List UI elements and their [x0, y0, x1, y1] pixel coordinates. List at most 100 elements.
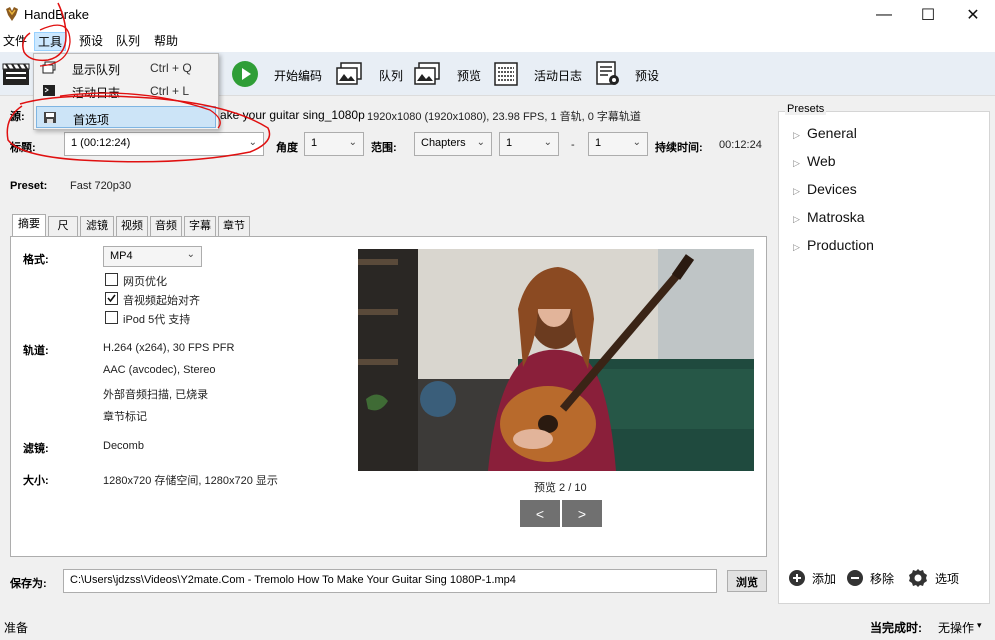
size-value: 1280x720 存储空间, 1280x720 显示: [103, 475, 278, 487]
angle-label: 角度: [276, 142, 298, 154]
preset-group-production[interactable]: ▷ Production: [793, 237, 874, 253]
expand-arrow-icon: ▷: [793, 130, 800, 140]
presets-icon[interactable]: [594, 60, 622, 88]
expand-arrow-icon: ▷: [793, 158, 800, 168]
queue-icon: [42, 61, 56, 74]
web-optimized-label: 网页优化: [123, 276, 167, 288]
menu-item-show-queue[interactable]: 显示队列 Ctrl + Q: [36, 57, 216, 79]
preview-label[interactable]: 预览: [457, 67, 481, 84]
menu-item-label: 显示队列: [72, 63, 121, 77]
queue-icon[interactable]: [335, 60, 363, 88]
range-type-select[interactable]: Chapters ⌄: [414, 132, 492, 156]
save-path-value: C:\Users\jdzss\Videos\Y2mate.Com - Tremo…: [70, 574, 516, 586]
save-icon: [44, 112, 56, 123]
when-done-label: 当完成时:: [870, 621, 922, 635]
format-label: 格式:: [23, 254, 49, 266]
preset-options-label: 选项: [935, 571, 960, 586]
preset-group-general[interactable]: ▷ General: [793, 125, 857, 141]
remove-preset-button[interactable]: 移除: [846, 568, 894, 588]
tab-summary[interactable]: 摘要: [12, 214, 46, 236]
status-bar: 准备 当完成时: 无操作 ▾: [0, 610, 995, 640]
activity-log-label[interactable]: 活动日志: [534, 67, 582, 84]
preset-options-button[interactable]: 选项: [908, 568, 959, 588]
open-source-icon[interactable]: [2, 60, 30, 88]
range-type-value: Chapters: [421, 137, 466, 149]
expand-arrow-icon: ▷: [793, 214, 800, 224]
console-icon: [43, 85, 55, 96]
chevron-down-icon: ⌄: [476, 137, 485, 148]
add-preset-button[interactable]: 添加: [788, 568, 836, 588]
source-info: 1920x1080 (1920x1080), 23.98 FPS, 1 音轨, …: [367, 111, 641, 123]
close-button[interactable]: ✕: [950, 0, 995, 30]
preset-group-devices[interactable]: ▷ Devices: [793, 181, 857, 197]
chevron-down-icon[interactable]: ▾: [977, 620, 982, 631]
browse-button[interactable]: 浏览: [727, 570, 767, 592]
queue-label[interactable]: 队列: [379, 67, 403, 84]
format-select[interactable]: MP4 ⌄: [103, 246, 202, 267]
source-label: 源:: [10, 111, 25, 123]
when-done-select[interactable]: 无操作: [938, 619, 974, 636]
activity-log-icon[interactable]: [492, 60, 520, 88]
track-chapter-markers: 章节标记: [103, 411, 147, 423]
tab-dimensions[interactable]: 尺寸: [48, 216, 78, 250]
preset-group-web[interactable]: ▷ Web: [793, 153, 836, 169]
start-encode-icon[interactable]: [231, 60, 259, 88]
preset-group-matroska[interactable]: ▷ Matroska: [793, 209, 865, 225]
tab-chapters[interactable]: 章节: [218, 216, 250, 236]
web-optimized-checkbox[interactable]: [105, 273, 118, 286]
chevron-down-icon: ⌄: [632, 137, 641, 148]
angle-select-value: 1: [311, 137, 318, 149]
ipod-support-label: iPod 5代 支持: [123, 314, 191, 326]
minimize-button[interactable]: —: [861, 0, 907, 30]
filters-label: 滤镜:: [23, 443, 49, 455]
start-encode-label[interactable]: 开始编码: [274, 67, 322, 84]
presets-label[interactable]: 预设: [635, 67, 659, 84]
chevron-down-icon: ⌄: [543, 137, 552, 148]
title-label: 标题:: [10, 142, 36, 154]
preset-group-label: Web: [807, 153, 836, 169]
status-text: 准备: [4, 621, 29, 635]
range-start-value: 1: [506, 137, 513, 149]
track-video: H.264 (x264), 30 FPS PFR: [103, 342, 235, 354]
preview-image: [358, 249, 754, 471]
title-select[interactable]: 1 (00:12:24) ⌄: [64, 132, 264, 156]
menu-item-activity-log[interactable]: 活动日志 Ctrl + L: [36, 80, 216, 102]
handbrake-logo-icon: [6, 7, 18, 21]
save-path-field[interactable]: C:\Users\jdzss\Videos\Y2mate.Com - Tremo…: [63, 569, 717, 593]
menu-help[interactable]: 帮助: [151, 32, 181, 51]
size-label: 大小:: [23, 475, 49, 487]
format-select-value: MP4: [110, 250, 133, 262]
range-end-select[interactable]: 1 ⌄: [588, 132, 648, 156]
maximize-button[interactable]: ☐: [905, 0, 951, 30]
gear-icon: [909, 569, 927, 587]
preview-prev-button[interactable]: <: [520, 500, 560, 527]
tools-dropdown-menu: 显示队列 Ctrl + Q 活动日志 Ctrl + L 首选项: [33, 53, 219, 130]
menu-bar: 文件 工具 预设 队列 帮助: [0, 30, 995, 52]
add-preset-label: 添加: [812, 571, 837, 586]
menu-tools[interactable]: 工具: [34, 32, 67, 51]
angle-select[interactable]: 1 ⌄: [304, 132, 364, 156]
menu-item-preferences[interactable]: 首选项: [36, 106, 216, 128]
range-end-value: 1: [595, 137, 602, 149]
preview-caption: 预览 2 / 10: [534, 482, 587, 494]
title-select-value: 1 (00:12:24): [71, 137, 131, 149]
preset-group-label: Production: [807, 237, 874, 253]
chevron-down-icon: ⌄: [186, 249, 195, 260]
preview-next-button[interactable]: >: [562, 500, 602, 527]
preview-icon[interactable]: [413, 60, 441, 88]
tab-filters[interactable]: 滤镜: [80, 216, 114, 236]
chevron-down-icon: ⌄: [348, 137, 357, 148]
app-title: HandBrake: [24, 7, 90, 22]
menu-presets[interactable]: 预设: [76, 32, 106, 51]
range-separator: -: [571, 139, 575, 151]
menu-file[interactable]: 文件: [0, 32, 30, 51]
align-av-checkbox[interactable]: [105, 292, 118, 305]
tab-video[interactable]: 视频: [116, 216, 148, 236]
menu-queue[interactable]: 队列: [113, 32, 143, 51]
tab-audio[interactable]: 音频: [150, 216, 182, 236]
tab-subtitles[interactable]: 字幕: [184, 216, 216, 236]
menu-item-label: 活动日志: [72, 86, 121, 100]
menu-item-label: 首选项: [73, 113, 110, 127]
ipod-support-checkbox[interactable]: [105, 311, 118, 324]
range-start-select[interactable]: 1 ⌄: [499, 132, 559, 156]
